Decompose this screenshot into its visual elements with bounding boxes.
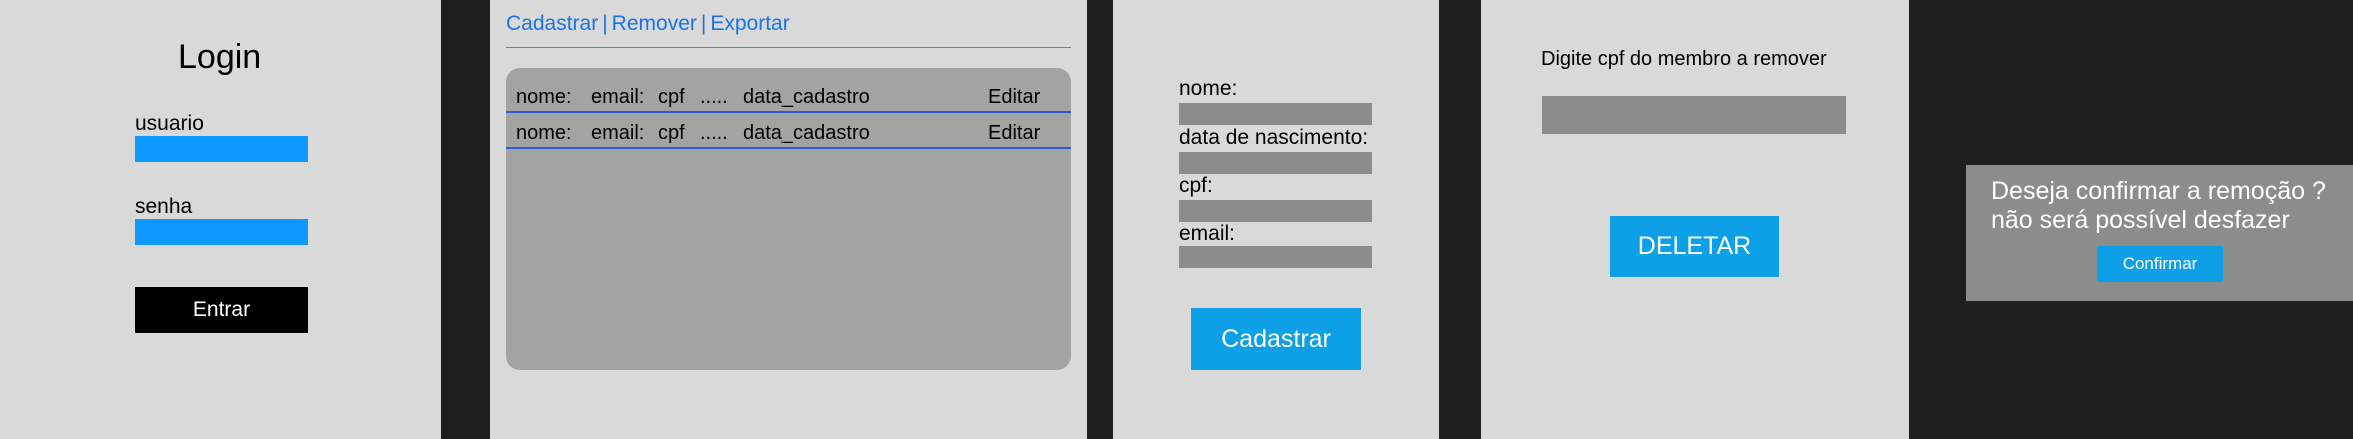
row-email: email:	[591, 122, 645, 144]
birthdate-input[interactable]	[1179, 152, 1372, 174]
cpf-remove-input[interactable]	[1542, 96, 1846, 134]
register-button[interactable]: Cadastrar	[1191, 308, 1361, 370]
row-nome: nome:	[516, 86, 572, 108]
name-input[interactable]	[1179, 103, 1372, 125]
birthdate-label: data de nascimento:	[1179, 126, 1369, 149]
nav-separator: |	[700, 12, 707, 35]
remove-member-panel: Digite cpf do membro a remover DELETAR	[1481, 0, 1909, 439]
edit-link[interactable]: Editar	[988, 86, 1040, 109]
username-input[interactable]	[135, 136, 308, 162]
dialog-message: Deseja confirmar a remoção ? não será po…	[1991, 177, 2326, 235]
row-more: .....	[700, 122, 728, 144]
row-data-cadastro: data_cadastro	[743, 86, 870, 108]
edit-link[interactable]: Editar	[988, 122, 1040, 145]
cpf-label: cpf:	[1179, 174, 1213, 197]
register-form-panel: nome: data de nascimento: cpf: email: Ca…	[1113, 0, 1439, 439]
username-label: usuario	[135, 112, 204, 135]
login-button[interactable]: Entrar	[135, 287, 308, 333]
password-input[interactable]	[135, 219, 308, 245]
row-email: email:	[591, 86, 645, 108]
email-input[interactable]	[1179, 246, 1372, 268]
password-label: senha	[135, 195, 193, 218]
name-label: nome:	[1179, 77, 1238, 100]
confirm-button[interactable]: Confirmar	[2097, 246, 2223, 282]
nav-remover-link[interactable]: Remover	[612, 12, 697, 35]
nav-cadastrar-link[interactable]: Cadastrar	[506, 12, 598, 35]
row-cpf: cpf	[658, 122, 685, 144]
nav-separator: |	[602, 12, 608, 35]
row-data-cadastro: data_cadastro	[743, 122, 870, 144]
row-more: .....	[700, 86, 728, 108]
member-list: nome: email: cpf ..... data_cadastro Edi…	[506, 68, 1071, 370]
table-row: nome: email: cpf ..... data_cadastro Edi…	[506, 76, 1071, 113]
dialog-message-line2: não será possível desfazer	[1991, 206, 2290, 234]
list-nav: Cadastrar | Remover | Exportar	[506, 12, 790, 36]
nav-exportar-link[interactable]: Exportar	[710, 12, 789, 35]
member-list-panel: Cadastrar | Remover | Exportar nome: email: …	[490, 0, 1087, 439]
login-panel: Login usuario senha Entrar	[0, 0, 441, 439]
login-title: Login	[178, 38, 262, 76]
confirm-dialog: Deseja confirmar a remoção ? não será po…	[1966, 165, 2353, 301]
row-nome: nome:	[516, 122, 572, 144]
delete-button[interactable]: DELETAR	[1610, 216, 1779, 277]
email-label: email:	[1179, 222, 1236, 245]
table-row: nome: email: cpf ..... data_cadastro Edi…	[506, 112, 1071, 149]
cpf-input[interactable]	[1179, 200, 1372, 222]
row-cpf: cpf	[658, 86, 685, 108]
dialog-message-line1: Deseja confirmar a remoção ?	[1991, 177, 2326, 205]
nav-divider	[506, 47, 1071, 48]
remove-prompt: Digite cpf do membro a remover	[1541, 48, 1827, 70]
